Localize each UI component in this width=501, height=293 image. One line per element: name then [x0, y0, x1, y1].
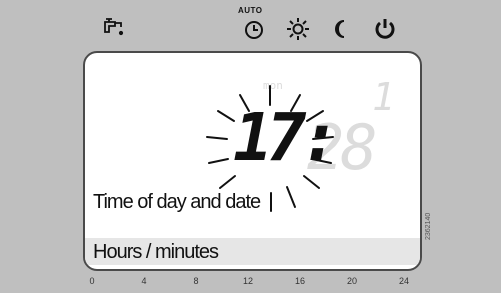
clock-auto-icon[interactable]: [241, 16, 267, 42]
time-of-day-label: Time of day and date: [93, 191, 261, 213]
sun-icon[interactable]: [285, 16, 311, 42]
figure-code: 2362140: [425, 212, 432, 240]
tick-4: 4: [141, 276, 147, 286]
tick-0: 0: [89, 276, 95, 286]
moon-icon[interactable]: [328, 16, 354, 42]
tick-24: 24: [398, 276, 410, 286]
auto-label: AUTO: [238, 6, 263, 15]
lcd-screen: mon 1 28 17: Time of day and date Hours …: [83, 51, 422, 271]
tap-icon[interactable]: [101, 16, 127, 42]
tick-20: 20: [346, 276, 358, 286]
device-panel: AUTO mon 1 28 17: Time of day and date H…: [0, 0, 501, 293]
ghost-digit-one: 1: [372, 75, 395, 119]
hours-minutes-label: Hours / minutes: [93, 241, 219, 263]
ghost-weekday: mon: [263, 79, 283, 92]
power-icon[interactable]: [372, 16, 398, 42]
tick-16: 16: [294, 276, 306, 286]
tick-8: 8: [193, 276, 199, 286]
time-digits[interactable]: 17:: [233, 103, 340, 173]
tick-12: 12: [242, 276, 254, 286]
hours-minutes-row[interactable]: Hours / minutes: [85, 238, 420, 265]
time-axis: 0 4 8 12 16 20 24: [89, 276, 412, 290]
